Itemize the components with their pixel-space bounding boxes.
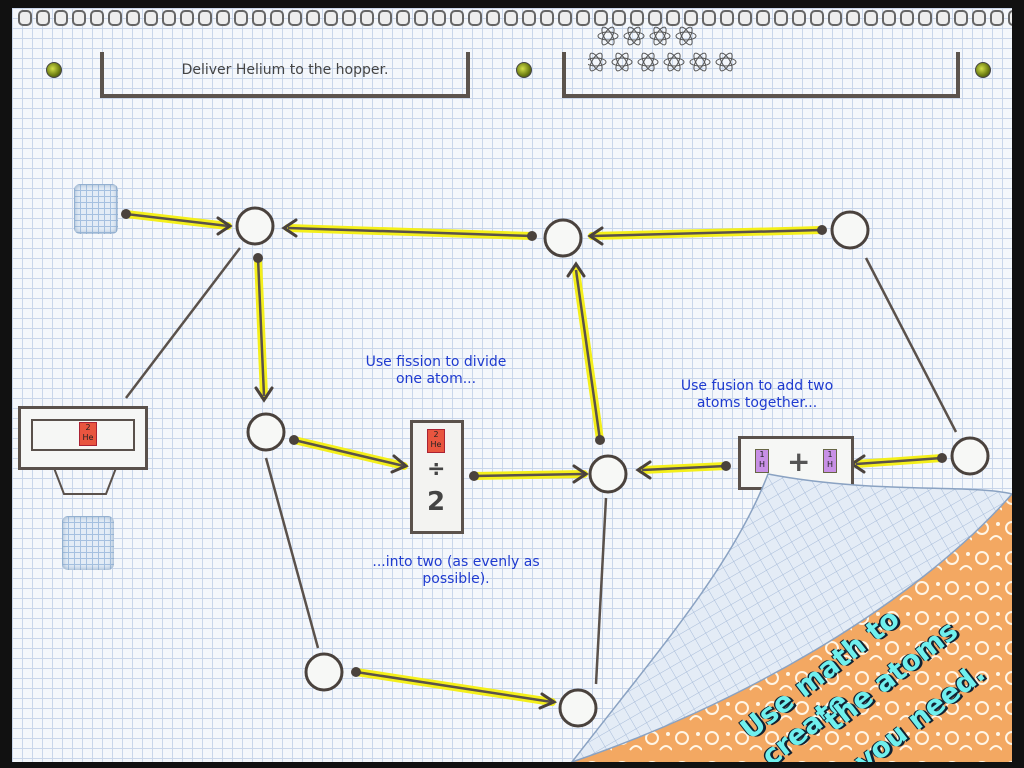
game-board: Deliver Helium to the hopper. 2 He Use f… [12,8,1012,762]
